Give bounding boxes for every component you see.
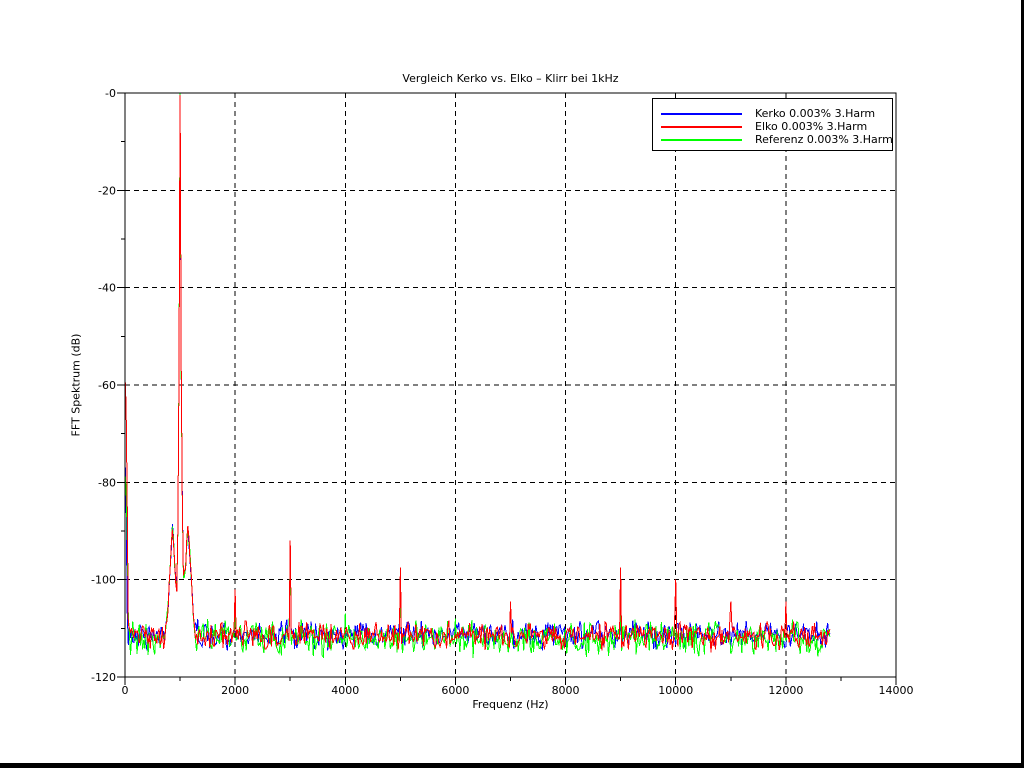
- x-tick-label-2000: 2000: [221, 684, 249, 697]
- chart-title: Vergleich Kerko vs. Elko – Klirr bei 1kH…: [125, 72, 896, 85]
- legend-line-sample-kerko: [661, 113, 742, 115]
- y-tick-label--40: -40: [98, 282, 116, 295]
- x-tick-label-10000: 10000: [658, 684, 693, 697]
- x-tick-label-4000: 4000: [331, 684, 359, 697]
- x-tick-label-0: 0: [122, 684, 129, 697]
- window-bottom-border: [0, 763, 1024, 768]
- legend-label-referenz: Referenz 0.003% 3.Harm: [755, 133, 893, 146]
- plot-frame: [125, 93, 896, 677]
- y-axis-label: FFT Spektrum (dB): [70, 334, 83, 437]
- series-line-referenz: [125, 93, 830, 658]
- legend-entry-kerko: Kerko 0.003% 3.Harm: [653, 107, 892, 120]
- legend-box: Kerko 0.003% 3.Harm Elko 0.003% 3.Harm R…: [652, 98, 893, 151]
- y-tick-label--120: -120: [91, 671, 116, 684]
- x-tick-label-12000: 12000: [768, 684, 803, 697]
- y-tick-label--20: -20: [98, 184, 116, 197]
- y-tick-label--80: -80: [98, 476, 116, 489]
- y-tick-label--0: -0: [105, 87, 116, 100]
- x-axis-label: Frequenz (Hz): [125, 698, 896, 711]
- legend-label-kerko: Kerko 0.003% 3.Harm: [755, 107, 875, 120]
- legend-line-sample-referenz: [661, 139, 742, 141]
- x-tick-label-6000: 6000: [441, 684, 469, 697]
- legend-entry-elko: Elko 0.003% 3.Harm: [653, 120, 892, 133]
- plot-window: 0 2000 4000 6000 8000 10000 12000 14000 -0 -20 -40…: [0, 0, 1024, 768]
- y-tick-label--100: -100: [91, 574, 116, 587]
- x-tick-label-8000: 8000: [552, 684, 580, 697]
- y-tick-label--60: -60: [98, 379, 116, 392]
- x-tick-label-14000: 14000: [879, 684, 914, 697]
- legend-label-elko: Elko 0.003% 3.Harm: [755, 120, 867, 133]
- series-line-kerko: [125, 93, 830, 651]
- legend-line-sample-elko: [661, 126, 742, 128]
- series-line-elko: [125, 95, 830, 653]
- legend-entry-referenz: Referenz 0.003% 3.Harm: [653, 133, 892, 146]
